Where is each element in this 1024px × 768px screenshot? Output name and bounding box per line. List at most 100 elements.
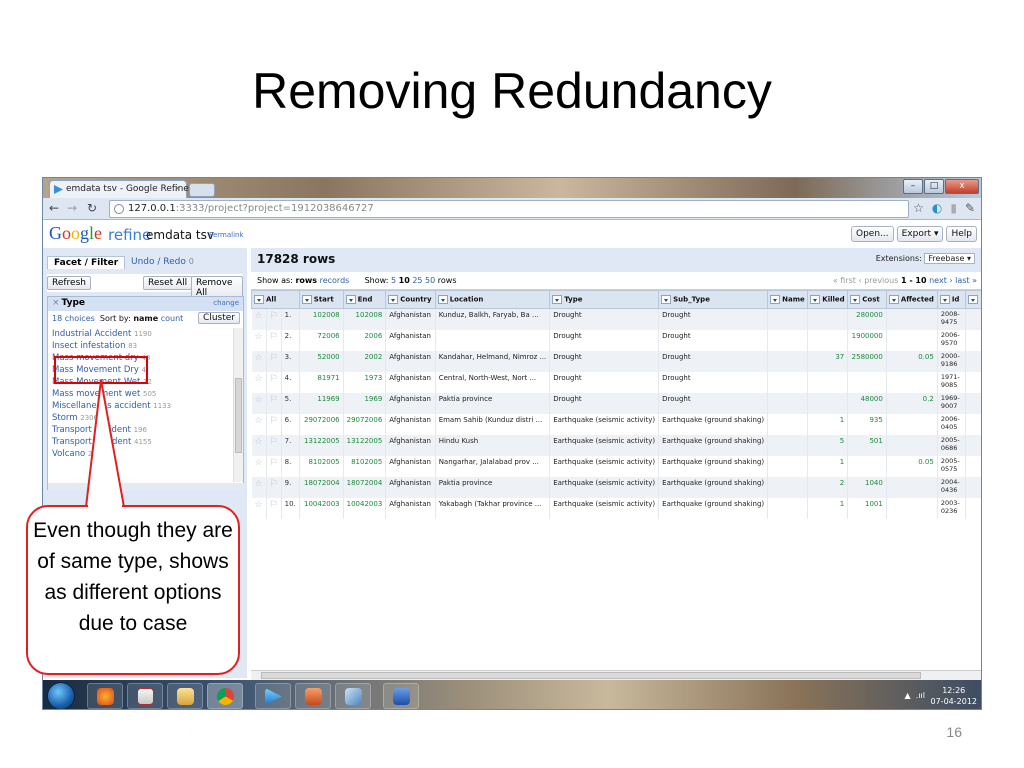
cell-country[interactable]: Afghanistan <box>385 371 436 393</box>
cell-more[interactable] <box>965 434 981 456</box>
refresh-button[interactable]: Refresh <box>47 276 91 290</box>
dropdown-icon[interactable] <box>552 295 563 304</box>
page-size-5[interactable]: 5 <box>391 276 396 285</box>
star-icon[interactable]: ☆ <box>251 371 267 393</box>
taskbar-mail[interactable] <box>127 683 163 709</box>
row-index[interactable]: 10. <box>281 497 300 519</box>
cell-sub-type[interactable]: Earthquake (ground shaking) <box>658 476 769 498</box>
cell-start[interactable]: 8102005 <box>299 455 344 477</box>
column-header-id[interactable]: Id <box>936 290 966 309</box>
cell-killed[interactable]: 1 <box>807 455 849 477</box>
facet-choice[interactable]: Mass movement wet 505 <box>48 388 234 400</box>
flag-icon[interactable]: ⚐ <box>266 413 282 435</box>
row-index[interactable]: 1. <box>281 308 300 330</box>
column-header-country[interactable]: Country <box>385 290 436 309</box>
cell-id[interactable]: 2005- 0686 <box>937 434 966 456</box>
column-header-start[interactable]: Start <box>298 290 344 309</box>
cell-more[interactable] <box>965 350 981 372</box>
maximize-button[interactable]: □ <box>924 179 944 194</box>
cell-country[interactable]: Afghanistan <box>385 455 436 477</box>
show-rows-option[interactable]: rows <box>295 276 317 285</box>
facet-scrollbar[interactable] <box>233 328 243 482</box>
cell-killed[interactable]: 37 <box>807 350 849 372</box>
cell-end[interactable]: 2002 <box>343 350 387 372</box>
cell-type[interactable]: Earthquake (seismic activity) <box>549 497 660 519</box>
row-index[interactable]: 4. <box>281 371 300 393</box>
open-button[interactable]: Open... <box>851 226 894 242</box>
extension-icon[interactable]: ◐ <box>932 201 942 215</box>
signal-icon[interactable]: ▮ <box>950 201 957 215</box>
flag-icon[interactable]: ⚐ <box>266 371 282 393</box>
tray-icons[interactable]: ▲ .ııl <box>905 691 925 700</box>
cell-affected[interactable] <box>886 308 938 330</box>
facet-choice[interactable]: Insect infestation 83 <box>48 340 234 352</box>
flag-icon[interactable]: ⚐ <box>266 392 282 414</box>
taskbar-app[interactable] <box>335 683 371 709</box>
export-button[interactable]: Export ▾ <box>896 226 944 242</box>
facet-choice[interactable]: Industrial Accident 1190 <box>48 328 234 340</box>
row-index[interactable]: 9. <box>281 476 300 498</box>
cell-end[interactable]: 8102005 <box>343 455 387 477</box>
cell-name[interactable] <box>767 350 809 372</box>
column-header-more[interactable] <box>964 290 981 309</box>
facet-choice[interactable]: Transport Accident 4155 <box>48 436 234 448</box>
cell-more[interactable] <box>965 392 981 414</box>
row-index[interactable]: 3. <box>281 350 300 372</box>
cell-location[interactable] <box>435 329 551 351</box>
cell-sub-type[interactable]: Earthquake (ground shaking) <box>658 455 769 477</box>
facet-change-link[interactable]: change <box>213 299 239 307</box>
star-icon[interactable]: ☆ <box>251 434 267 456</box>
cell-affected[interactable] <box>886 371 938 393</box>
cell-id[interactable]: 2005- 0575 <box>937 455 966 477</box>
page-size-50[interactable]: 50 <box>425 276 435 285</box>
dropdown-icon[interactable] <box>388 295 399 304</box>
cell-start[interactable]: 29072006 <box>299 413 344 435</box>
cell-killed[interactable]: 5 <box>807 434 849 456</box>
cell-name[interactable] <box>767 392 809 414</box>
dropdown-icon[interactable] <box>939 295 950 304</box>
star-icon[interactable]: ☆ <box>251 476 267 498</box>
back-arrow-icon[interactable]: ← <box>49 201 59 215</box>
cell-location[interactable]: Yakabagh (Takhar province ... <box>435 497 551 519</box>
star-icon[interactable]: ☆ <box>251 497 267 519</box>
start-button[interactable] <box>47 682 75 709</box>
cell-affected[interactable] <box>886 434 938 456</box>
cell-start[interactable]: 18072004 <box>299 476 344 498</box>
star-icon[interactable]: ☆ <box>251 413 267 435</box>
cell-country[interactable]: Afghanistan <box>385 434 436 456</box>
cell-country[interactable]: Afghanistan <box>385 476 436 498</box>
facet-resize-grip[interactable] <box>48 483 244 490</box>
dropdown-icon[interactable] <box>810 295 821 304</box>
cell-type[interactable]: Drought <box>549 392 660 414</box>
cell-name[interactable] <box>767 413 809 435</box>
column-header-location[interactable]: Location <box>434 290 551 309</box>
star-icon[interactable]: ☆ <box>251 329 267 351</box>
cell-name[interactable] <box>767 434 809 456</box>
flag-icon[interactable]: ⚐ <box>266 476 282 498</box>
cell-start[interactable]: 10042003 <box>299 497 344 519</box>
dropdown-icon[interactable] <box>850 295 861 304</box>
cell-type[interactable]: Drought <box>549 329 660 351</box>
cell-cost[interactable] <box>847 455 887 477</box>
cell-cost[interactable]: 935 <box>847 413 887 435</box>
dropdown-icon[interactable] <box>770 295 781 304</box>
cell-id[interactable]: 2004- 0436 <box>937 476 966 498</box>
cell-killed[interactable] <box>807 371 849 393</box>
clock[interactable]: 12:26 07-04-2012 <box>931 685 978 707</box>
help-button[interactable]: Help <box>946 226 977 242</box>
cell-start[interactable]: 72006 <box>299 329 344 351</box>
cell-cost[interactable]: 1900000 <box>847 329 887 351</box>
scroll-thumb[interactable] <box>261 672 921 679</box>
pager-previous[interactable]: ‹ previous <box>858 276 898 285</box>
cell-cost[interactable]: 2580000 <box>847 350 887 372</box>
cell-country[interactable]: Afghanistan <box>385 350 436 372</box>
cell-affected[interactable]: 0.05 <box>886 350 938 372</box>
cell-end[interactable]: 29072006 <box>343 413 387 435</box>
cell-location[interactable]: Hindu Kush <box>435 434 551 456</box>
cell-sub-type[interactable]: Earthquake (ground shaking) <box>658 497 769 519</box>
column-header-all[interactable]: All <box>251 290 300 309</box>
cell-location[interactable]: Paktia province <box>435 476 551 498</box>
cell-id[interactable]: 2006- 0405 <box>937 413 966 435</box>
column-header-type[interactable]: Type <box>549 290 660 309</box>
tab-close-icon[interactable]: × <box>173 184 181 194</box>
